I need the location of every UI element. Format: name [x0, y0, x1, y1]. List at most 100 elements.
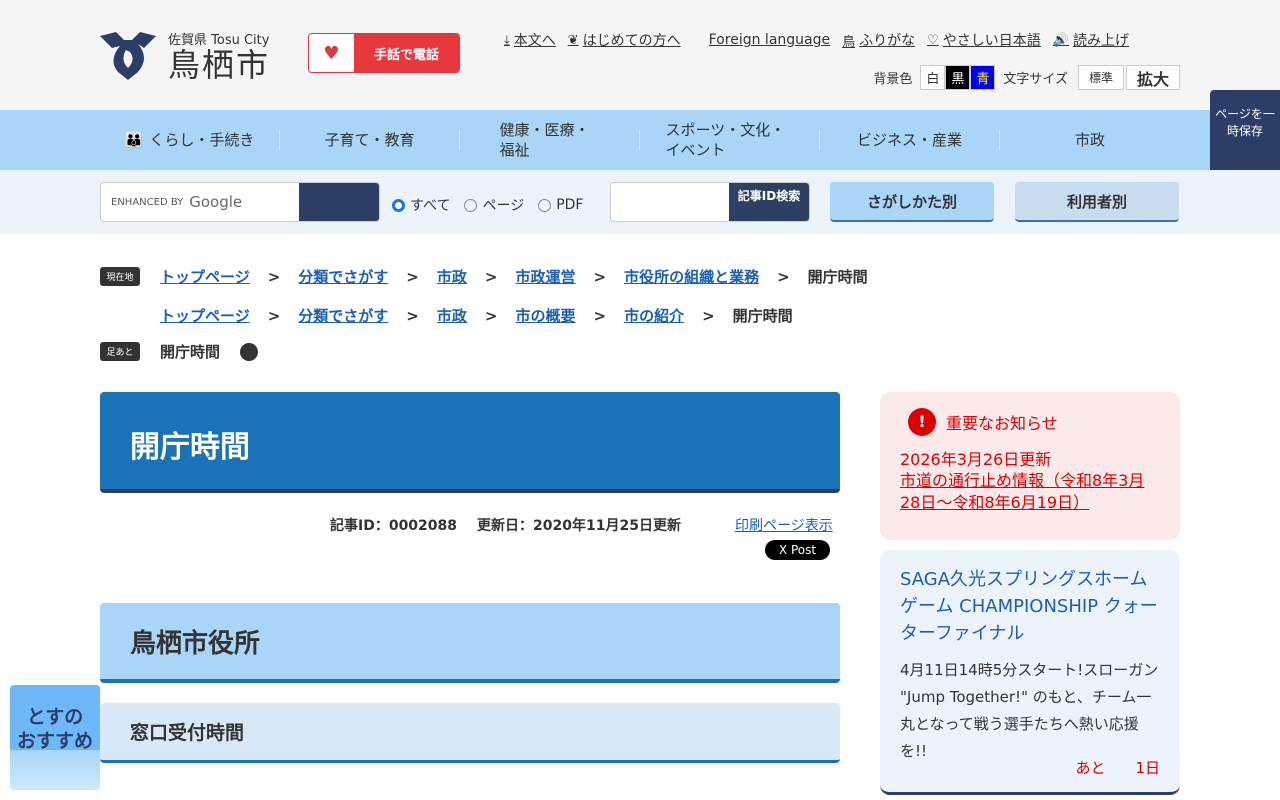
countdown: あと 1日 [1075, 757, 1160, 778]
first-visitors-link[interactable]: ❦ はじめての方へ [568, 30, 681, 50]
search-by-user-button[interactable]: 利用者別 [1015, 182, 1179, 222]
separator: > [484, 267, 498, 286]
notice-title: 重要なお知らせ [946, 414, 1058, 433]
breadcrumb-link[interactable]: 分類でさがす [298, 266, 388, 287]
google-brand: Google [189, 193, 243, 211]
logo-subtitle: 佐賀県 Tosu City [168, 32, 270, 48]
link-label: 本文へ [513, 33, 556, 49]
nav-business[interactable]: ビジネス・産業 [820, 130, 1000, 150]
nav-label: ビジネス・産業 [856, 131, 962, 149]
breadcrumb-link[interactable]: 市の概要 [515, 305, 575, 326]
nav-childcare[interactable]: 子育て・教育 [280, 130, 460, 150]
event-card[interactable]: SAGA久光スプリングスホームゲーム CHAMPIONSHIP クォーターファイ… [880, 550, 1180, 795]
breadcrumb-link[interactable]: 市の紹介 [624, 305, 684, 326]
family-icon: 👪 [124, 131, 144, 149]
sign-phone-label: 手話で電話 [354, 34, 459, 72]
city-emblem-icon [100, 32, 156, 80]
breadcrumb-link[interactable]: 分類でさがす [298, 305, 388, 326]
event-title: SAGA久光スプリングスホームゲーム CHAMPIONSHIP クォーターファイ… [900, 569, 1158, 644]
radio-icon [538, 198, 552, 212]
separator: > [593, 306, 607, 325]
scope-label: すべて [410, 198, 451, 214]
nav-city-admin[interactable]: 市政 [1000, 130, 1180, 150]
bg-blue-button[interactable]: 青 [970, 65, 996, 90]
article-meta: 記事ID：0002088 更新日：2020年11月25日更新 [330, 515, 681, 535]
bg-black-button[interactable]: 黒 [945, 65, 971, 90]
nav-label: 子育て・教育 [324, 131, 415, 149]
section-heading: 鳥栖市役所 [100, 603, 840, 683]
subsection-heading: 窓口受付時間 [100, 703, 840, 763]
easy-japanese-link[interactable]: ♡ やさしい日本語 [927, 30, 1041, 50]
header: 佐賀県 Tosu City 鳥栖市 ♥ 手話で電話 ⤓ 本文へ ❦ はじめての方へ Fo… [0, 0, 1280, 110]
page-title: 開庁時間 [100, 392, 840, 493]
search-by-method-button[interactable]: さがしかた別 [830, 182, 994, 222]
nav-health[interactable]: 健康・医療・福祉 [460, 121, 640, 159]
skip-to-content-link[interactable]: ⤓ 本文へ [504, 30, 556, 50]
breadcrumb-link[interactable]: トップページ [160, 305, 250, 326]
scope-label: PDF [556, 197, 584, 213]
separator: > [702, 306, 715, 325]
article-id: 記事ID：0002088 [330, 518, 458, 534]
separator: > [484, 306, 498, 325]
foreign-language-link[interactable]: Foreign language [709, 30, 830, 50]
radio-icon [464, 198, 478, 212]
sign-language-phone-button[interactable]: ♥ 手話で電話 [308, 33, 460, 73]
speaker-icon: 🔊 [1052, 32, 1069, 48]
google-label: ENHANCED BY [111, 196, 184, 208]
font-normal-button[interactable]: 標準 [1077, 65, 1124, 90]
nav-living[interactable]: 👪 くらし・手続き [100, 130, 280, 150]
bg-color-label: 背景色 [873, 72, 913, 87]
recommend-line1: とすの [26, 706, 84, 728]
history-tag: 足あと [100, 342, 140, 361]
link-label: ふりがな [859, 33, 916, 49]
nav-label: くらし・手続き [149, 131, 255, 149]
breadcrumb-alt: トップページ > 分類でさがす > 市政 > 市の概要 > 市の紹介 > 開庁時間 [160, 305, 793, 326]
read-aloud-link[interactable]: 🔊 読み上げ [1053, 30, 1129, 50]
article-id-input[interactable] [611, 183, 729, 221]
heart-hands-icon: ♥ [309, 34, 354, 72]
history-item: 開庁時間 [160, 343, 221, 361]
breadcrumb-current: 開庁時間 [732, 307, 793, 325]
event-description: 4月11日14時5分スタート!スローガン "Jump Together!" のも… [900, 661, 1159, 760]
leaf-icon: ❦ [567, 32, 579, 48]
nav-label: スポーツ・文化・イベント [665, 121, 786, 159]
separator: > [267, 267, 281, 286]
breadcrumb-link[interactable]: 市役所の組織と業務 [624, 266, 759, 287]
print-view-link[interactable]: 印刷ページ表示 [735, 515, 833, 535]
alert-icon: ! [908, 408, 936, 436]
search-bar: ENHANCED BY Google すべて ページ PDF 記事ID検索 さがし… [0, 170, 1280, 234]
search-input[interactable]: ENHANCED BY Google [101, 183, 299, 221]
separator: > [267, 306, 281, 325]
furigana-link[interactable]: 鳥ふりがな [842, 30, 915, 50]
separator: > [406, 267, 419, 286]
font-large-button[interactable]: 拡大 [1125, 65, 1180, 90]
search-button[interactable] [299, 183, 379, 221]
scope-all[interactable]: すべて [392, 195, 450, 215]
notice-link[interactable]: 市道の通行止め情報（令和8年3月28日～令和8年6月19日） [900, 470, 1160, 514]
breadcrumb-link[interactable]: 市政 [437, 305, 467, 326]
bg-white-button[interactable]: 白 [920, 65, 946, 90]
tosu-recommend-button[interactable]: とすの おすすめ [10, 685, 100, 790]
breadcrumb-link[interactable]: トップページ [160, 266, 250, 287]
x-post-button[interactable]: X Post [765, 540, 830, 560]
history-trail: 足あと 開庁時間 [100, 341, 259, 362]
current-location-tag: 現在地 [100, 267, 140, 286]
link-label: 読み上げ [1072, 33, 1129, 49]
scope-page[interactable]: ページ [464, 195, 524, 215]
font-size-label: 文字サイズ [1003, 72, 1068, 87]
breadcrumb-link[interactable]: 市政運営 [515, 266, 575, 287]
nav-label: 健康・医療・福祉 [499, 121, 590, 159]
scope-pdf[interactable]: PDF [538, 195, 583, 215]
link-label: やさしい日本語 [942, 33, 1041, 49]
buildings-icon [10, 750, 100, 790]
nav-sports[interactable]: スポーツ・文化・イベント [640, 121, 820, 159]
separator: > [777, 267, 790, 286]
link-label: Foreign language [708, 32, 831, 48]
site-logo[interactable]: 佐賀県 Tosu City 鳥栖市 [98, 28, 270, 82]
breadcrumb-link[interactable]: 市政 [437, 266, 467, 287]
notice-date: 2026年3月26日更新 [900, 450, 1052, 469]
important-notice: ! 重要なお知らせ 2026年3月26日更新 市道の通行止め情報（令和8年3月28… [880, 392, 1180, 540]
article-id-search-button[interactable]: 記事ID検索 [729, 183, 809, 221]
breadcrumb: 現在地 トップページ > 分類でさがす > 市政 > 市政運営 > 市役所の組織と業務 >… [100, 266, 868, 287]
scope-label: ページ [482, 198, 525, 214]
